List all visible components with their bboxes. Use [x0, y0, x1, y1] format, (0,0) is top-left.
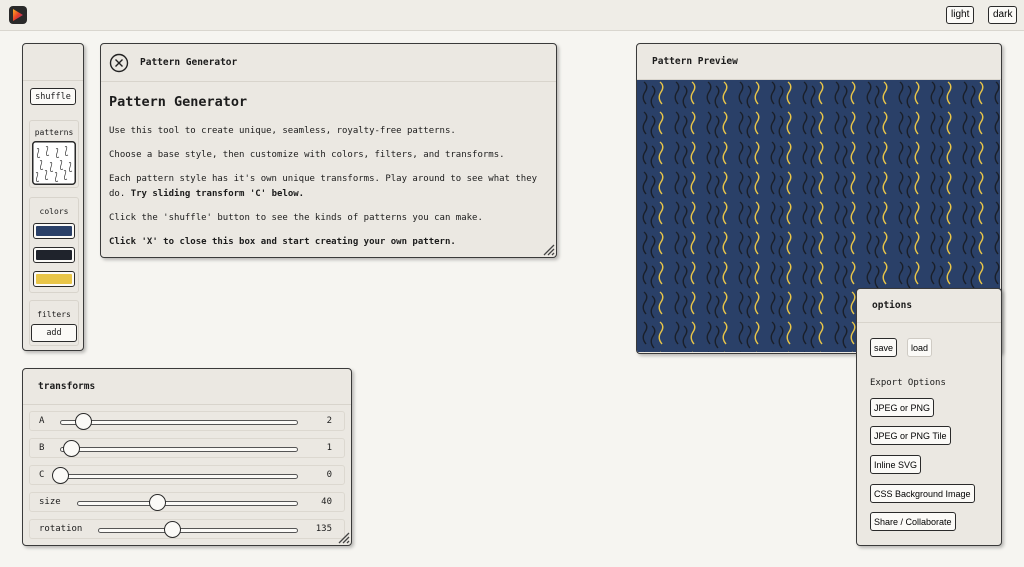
load-button[interactable]: load — [907, 338, 933, 357]
transform-label: C — [39, 470, 45, 480]
export-jpeg-png-button[interactable]: JPEG or PNG — [870, 398, 935, 417]
patterns-label: patterns — [34, 128, 74, 137]
transform-slider-knob[interactable] — [63, 440, 80, 457]
intro-heading: Pattern Generator — [109, 94, 248, 110]
light-theme-button[interactable]: light — [946, 6, 975, 24]
intro-dialog: Pattern Generator Pattern Generator Use … — [100, 43, 557, 258]
transform-slider-track[interactable] — [60, 420, 298, 425]
app-logo-icon[interactable] — [8, 5, 28, 25]
filters-section: filters add — [29, 300, 79, 346]
transform-slider-track[interactable] — [60, 447, 298, 452]
transforms-panel: transforms A 2 B 1 C 0 size 40 rotation … — [22, 368, 352, 546]
pattern-thumbnail[interactable] — [32, 141, 76, 185]
color-swatch-2[interactable] — [33, 247, 75, 263]
intro-paragraph: Choose a base style, then customize with… — [109, 150, 505, 160]
export-inline-svg-button[interactable]: Inline SVG — [870, 455, 922, 474]
transforms-header[interactable]: transforms — [23, 369, 351, 405]
export-options-heading: Export Options — [870, 378, 946, 388]
transform-slider-track[interactable] — [77, 501, 298, 506]
transform-value: 1 — [326, 443, 332, 453]
transform-row-a: A 2 — [29, 411, 345, 431]
shuffle-button[interactable]: shuffle — [30, 88, 76, 105]
color-swatch-1[interactable] — [33, 223, 75, 239]
top-bar: light dark — [0, 0, 1024, 31]
transform-label: B — [39, 443, 45, 453]
colors-label: colors — [39, 207, 69, 216]
close-icon[interactable] — [109, 53, 129, 73]
color-swatch-3[interactable] — [33, 271, 75, 287]
transform-slider-track[interactable] — [98, 528, 298, 533]
export-css-background-button[interactable]: CSS Background Image — [870, 484, 975, 503]
transform-slider-knob[interactable] — [149, 494, 166, 511]
intro-paragraph: Click 'X' to close this box and start cr… — [109, 237, 456, 247]
options-title: options — [872, 300, 913, 311]
options-header[interactable]: options — [857, 289, 1001, 323]
intro-paragraph: Use this tool to create unique, seamless… — [109, 126, 456, 136]
preview-title: Pattern Preview — [652, 56, 738, 67]
transform-value: 40 — [321, 497, 332, 507]
transform-value: 135 — [315, 524, 332, 534]
dark-theme-button[interactable]: dark — [988, 6, 1018, 24]
intro-dialog-title: Pattern Generator — [140, 57, 238, 68]
filters-label: filters — [37, 310, 71, 319]
transform-slider-knob[interactable] — [75, 413, 92, 430]
share-collaborate-button[interactable]: Share / Collaborate — [870, 512, 956, 531]
save-button[interactable]: save — [870, 338, 898, 357]
add-filter-button[interactable]: add — [31, 324, 77, 342]
transform-row-rotation: rotation 135 — [29, 519, 345, 539]
transform-row-size: size 40 — [29, 492, 345, 512]
intro-dialog-header[interactable]: Pattern Generator — [101, 44, 556, 82]
sidebar-panel: shuffle patterns colors filters add — [22, 43, 84, 351]
divider — [23, 80, 83, 81]
intro-paragraph: Each pattern style has it's own unique t… — [109, 172, 548, 202]
transform-label: size — [39, 497, 61, 507]
transform-value: 0 — [326, 470, 332, 480]
intro-emphasis: Try sliding transform 'C' below. — [130, 189, 305, 199]
transform-label: A — [39, 416, 45, 426]
resize-handle-icon[interactable] — [543, 244, 555, 256]
transform-slider-knob[interactable] — [52, 467, 69, 484]
transform-value: 2 — [326, 416, 332, 426]
transform-slider-knob[interactable] — [164, 521, 181, 538]
transforms-title: transforms — [38, 381, 96, 392]
transform-row-c: C 0 — [29, 465, 345, 485]
transform-slider-track[interactable] — [60, 474, 298, 479]
colors-section: colors — [29, 197, 79, 293]
export-tile-button[interactable]: JPEG or PNG Tile — [870, 426, 951, 445]
resize-handle-icon[interactable] — [338, 532, 350, 544]
preview-header[interactable]: Pattern Preview — [637, 44, 1001, 80]
transform-label: rotation — [39, 524, 83, 534]
intro-paragraph: Click the 'shuffle' button to see the ki… — [109, 213, 483, 223]
options-panel: options save load Export Options JPEG or… — [856, 288, 1002, 546]
transform-row-b: B 1 — [29, 438, 345, 458]
patterns-section: patterns — [29, 120, 79, 188]
intro-content: Pattern Generator Use this tool to creat… — [101, 94, 556, 250]
